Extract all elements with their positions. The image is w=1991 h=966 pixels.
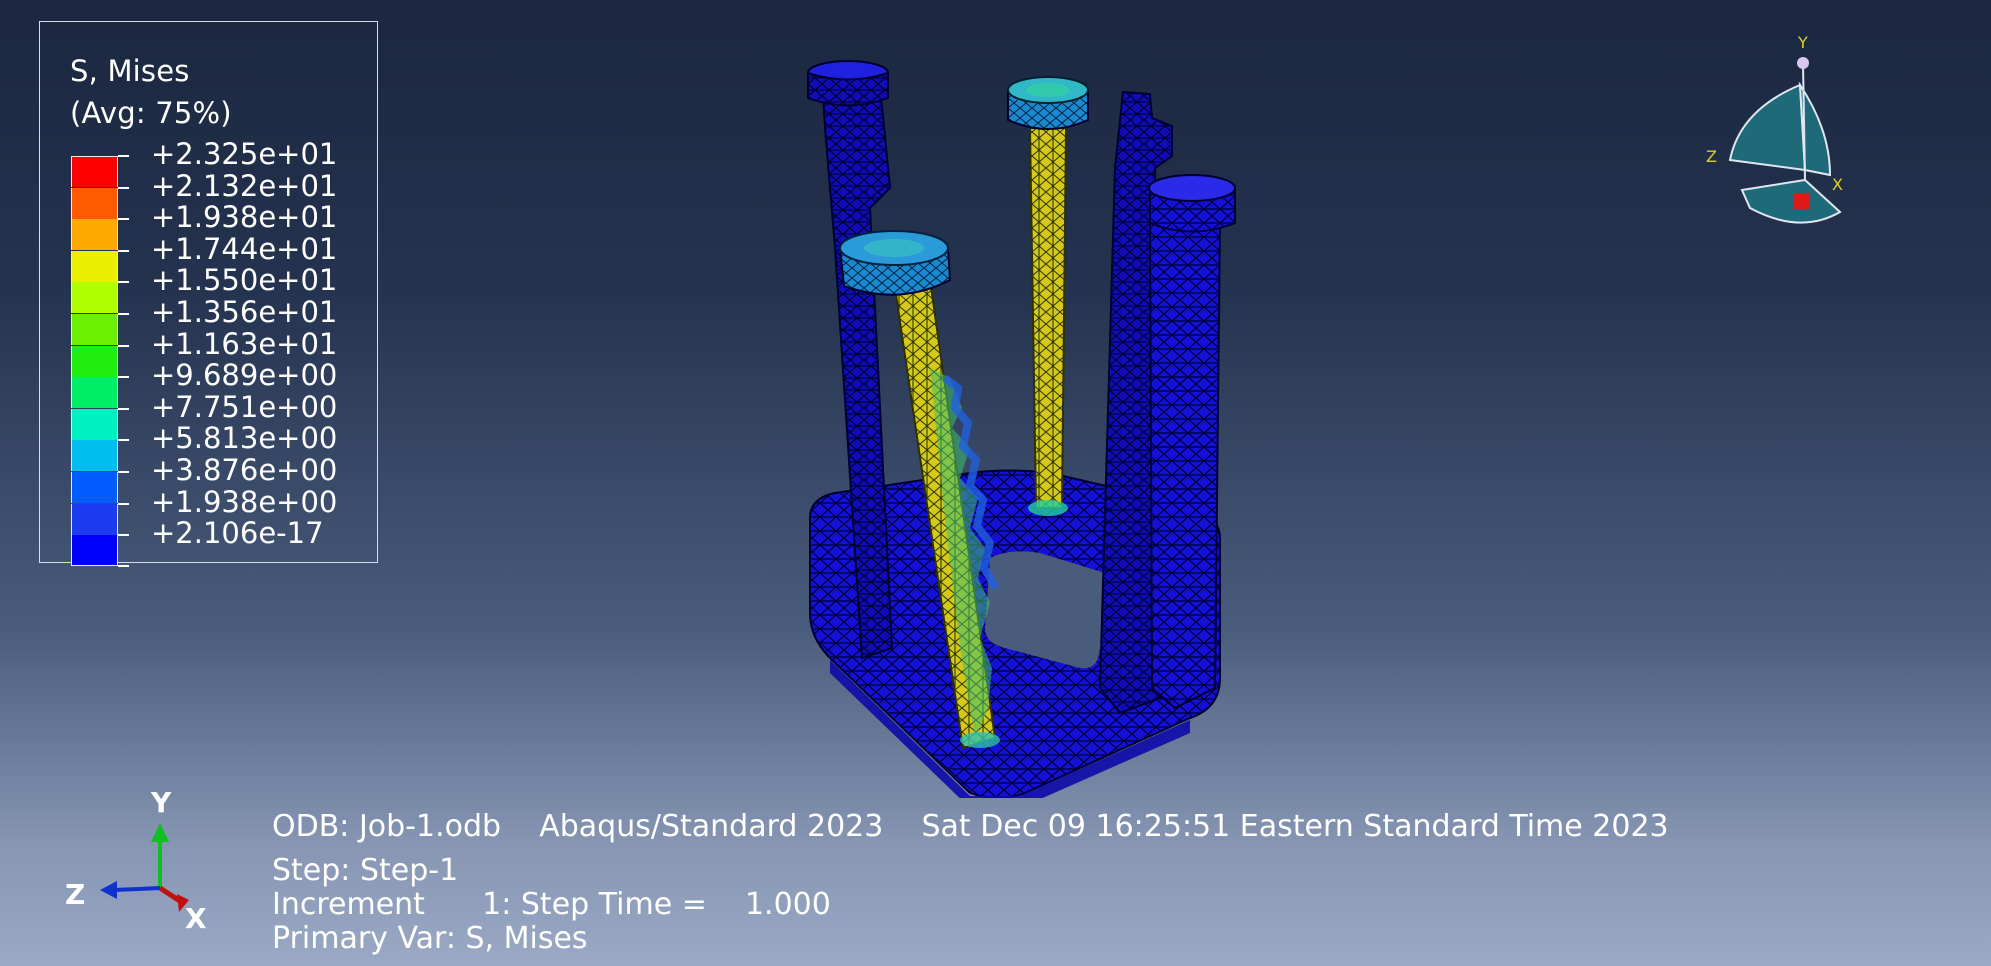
axis-triad: Y Z X (65, 786, 207, 935)
legend-tick (118, 344, 129, 347)
legend-tick (118, 155, 129, 157)
legend-title: S, Mises (70, 54, 190, 88)
legend-value-label: +1.938e+01 (151, 200, 338, 235)
legend-value-label: +2.132e+01 (151, 168, 338, 203)
legend-swatch (71, 440, 118, 472)
view-cube-x-label: X (1832, 175, 1843, 194)
legend-tick (118, 564, 129, 567)
legend-tick (118, 218, 129, 221)
legend-swatch (71, 314, 118, 345)
back-bolt (1007, 76, 1089, 516)
triad-z-label: Z (65, 878, 85, 911)
legend-swatch (71, 250, 118, 282)
legend-tick (118, 439, 129, 442)
legend-value-label: +1.938e+00 (151, 484, 338, 519)
legend-tick (118, 502, 129, 505)
legend-value-label: +1.163e+01 (151, 326, 338, 361)
abaqus-viewport[interactable]: S, Mises (Avg: 75%) +2.325e+01 +2.132e+01… (0, 0, 1991, 966)
legend-tick (118, 376, 129, 379)
legend-swatch (71, 472, 118, 503)
legend-swatch (71, 156, 118, 187)
view-cube-y-label: Y (1797, 33, 1808, 52)
legend-tick (118, 471, 129, 473)
triad-y-label: Y (150, 786, 172, 819)
legend-value-label: +2.325e+01 (151, 137, 338, 171)
primary-var-line: Primary Var: S, Mises (272, 921, 588, 956)
legend-swatch (71, 377, 118, 409)
legend-value-label: +7.751e+00 (151, 389, 338, 424)
contour-legend: S, Mises (Avg: 75%) +2.325e+01 +2.132e+01… (39, 21, 378, 567)
view-orientation-widget[interactable]: Y Z X (1700, 30, 1860, 230)
legend-tick (118, 534, 129, 537)
legend-swatch (71, 535, 118, 567)
legend-value-label: +2.106e-17 (151, 516, 324, 551)
legend-value-label: +9.689e+00 (151, 358, 338, 393)
legend-swatch (71, 408, 118, 440)
legend-tick (118, 186, 129, 189)
legend-subtitle: (Avg: 75%) (70, 96, 232, 130)
legend-tick (118, 407, 129, 410)
legend-tick (118, 313, 129, 315)
legend-value-label: +1.356e+01 (151, 295, 338, 329)
triad-x-label: X (185, 902, 207, 935)
legend-value-label: +3.876e+00 (151, 453, 338, 487)
increment-info-line: Increment 1: Step Time = 1.000 (272, 887, 831, 922)
right-front-post (1148, 174, 1236, 710)
legend-value-label: +1.744e+01 (151, 231, 338, 266)
legend-swatch (71, 282, 118, 314)
legend-value-label: +5.813e+00 (151, 421, 338, 456)
legend-value-label: +1.550e+01 (151, 263, 338, 298)
odb-info-line: ODB: Job-1.odb Abaqus/Standard 2023 Sat … (272, 809, 1669, 844)
legend-swatch (71, 187, 118, 219)
legend-swatch (71, 345, 118, 377)
legend-tick (118, 249, 129, 252)
legend-swatch (71, 503, 118, 535)
fe-model-contour-plot[interactable] (780, 48, 1260, 798)
view-cube-z-label: Z (1706, 147, 1717, 166)
legend-swatch (71, 219, 118, 251)
step-info-line: Step: Step-1 (272, 853, 459, 888)
legend-tick (118, 281, 129, 284)
